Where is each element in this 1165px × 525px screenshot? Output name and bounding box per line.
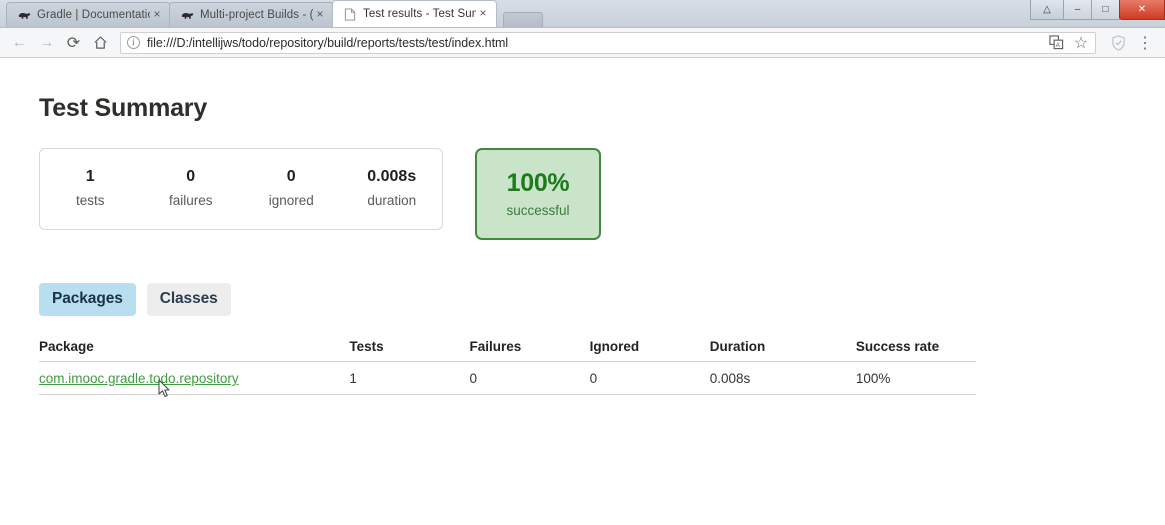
table-row: com.imooc.gradle.todo.repository 1 0 0 0…	[39, 361, 976, 395]
minimize-button[interactable]: –	[1063, 0, 1092, 20]
forward-icon[interactable]: →	[33, 30, 60, 56]
stat-duration: 0.008s duration	[342, 166, 443, 212]
stat-label: duration	[367, 193, 417, 208]
report-tab-bar: Packages Classes	[39, 283, 1165, 316]
browser-toolbar: ← → ⟳ i file:///D:/intellijws/todo/repos…	[0, 28, 1165, 58]
column-header-failures: Failures	[469, 339, 590, 362]
back-icon[interactable]: ←	[6, 30, 33, 56]
column-header-tests: Tests	[349, 339, 470, 362]
column-header-success-rate: Success rate	[855, 339, 976, 362]
browser-tabstrip: Gradle | Documentatio × Multi-project Bu…	[0, 0, 1165, 28]
browser-tab-title: Test results - Test Sum	[363, 8, 476, 20]
table-header-row: Package Tests Failures Ignored Duration …	[39, 339, 976, 362]
success-percent: 100%	[506, 168, 570, 197]
cell-duration: 0.008s	[709, 361, 856, 395]
url-text: file:///D:/intellijws/todo/repository/bu…	[147, 35, 509, 50]
address-bar[interactable]: i file:///D:/intellijws/todo/repository/…	[120, 31, 1096, 54]
stat-failures: 0 failures	[141, 166, 242, 212]
user-account-button[interactable]: △	[1030, 0, 1064, 20]
cell-ignored: 0	[589, 361, 710, 395]
browser-tab-title: Multi-project Builds - (	[200, 9, 313, 21]
omnibox-actions: A ☆	[1040, 35, 1089, 52]
browser-menu-icon[interactable]: ⋮	[1137, 35, 1153, 52]
close-icon[interactable]: ×	[476, 7, 490, 21]
browser-tab-2[interactable]: Multi-project Builds - ( ×	[169, 2, 334, 27]
stat-value: 0	[186, 168, 196, 185]
bookmark-star-icon[interactable]: ☆	[1073, 35, 1089, 52]
column-header-duration: Duration	[709, 339, 856, 362]
close-icon[interactable]: ×	[313, 8, 327, 22]
package-link[interactable]: com.imooc.gradle.todo.repository	[39, 371, 239, 386]
shield-icon[interactable]	[1110, 34, 1126, 51]
tab-packages[interactable]: Packages	[39, 283, 136, 316]
stat-tests: 1 tests	[40, 166, 141, 212]
stat-label: failures	[168, 193, 213, 208]
extension-icons: ⋮	[1100, 34, 1159, 52]
home-icon[interactable]	[87, 30, 114, 56]
tab-classes[interactable]: Classes	[146, 283, 231, 316]
column-header-ignored: Ignored	[589, 339, 710, 362]
report-content: Test Summary 1 tests 0 failures 0 ignore…	[0, 58, 1165, 395]
maximize-button[interactable]: □	[1091, 0, 1120, 20]
stat-value: 1	[85, 168, 95, 185]
success-label: successful	[506, 202, 570, 218]
page-icon	[343, 7, 357, 21]
close-window-button[interactable]: ✕	[1119, 0, 1165, 20]
stat-value: 0.008s	[367, 168, 417, 185]
summary-statistics-box: 1 tests 0 failures 0 ignored 0.008s dura…	[39, 148, 443, 230]
browser-tab-1[interactable]: Gradle | Documentatio ×	[6, 2, 171, 27]
stat-label: ignored	[268, 193, 314, 208]
summary-row: 1 tests 0 failures 0 ignored 0.008s dura…	[39, 148, 1165, 240]
browser-tab-3[interactable]: Test results - Test Sum ×	[332, 0, 497, 27]
stat-label: tests	[75, 193, 105, 208]
stat-ignored: 0 ignored	[241, 166, 342, 212]
page-info-icon[interactable]: i	[127, 36, 140, 49]
gradle-elephant-icon	[180, 8, 194, 22]
cell-failures: 0	[469, 361, 590, 395]
svg-text:A: A	[1055, 42, 1060, 49]
column-header-package: Package	[39, 339, 350, 362]
success-rate-badge: 100% successful	[475, 148, 601, 240]
cell-package: com.imooc.gradle.todo.repository	[39, 361, 350, 395]
browser-window: Gradle | Documentatio × Multi-project Bu…	[0, 0, 1165, 525]
results-table: Package Tests Failures Ignored Duration …	[39, 339, 976, 395]
close-icon[interactable]: ×	[150, 8, 164, 22]
gradle-elephant-icon	[17, 8, 31, 22]
page-body: Test Summary 1 tests 0 failures 0 ignore…	[0, 58, 1165, 524]
reload-icon[interactable]: ⟳	[60, 30, 87, 56]
translate-icon[interactable]: A	[1048, 35, 1064, 51]
cell-success-rate: 100%	[855, 361, 976, 395]
stat-value: 0	[286, 168, 296, 185]
cell-tests: 1	[349, 361, 470, 395]
window-controls: △ – □ ✕	[1030, 0, 1165, 22]
page-title: Test Summary	[39, 94, 208, 122]
browser-tab-title: Gradle | Documentatio	[37, 9, 150, 21]
new-tab-button[interactable]	[503, 12, 543, 27]
